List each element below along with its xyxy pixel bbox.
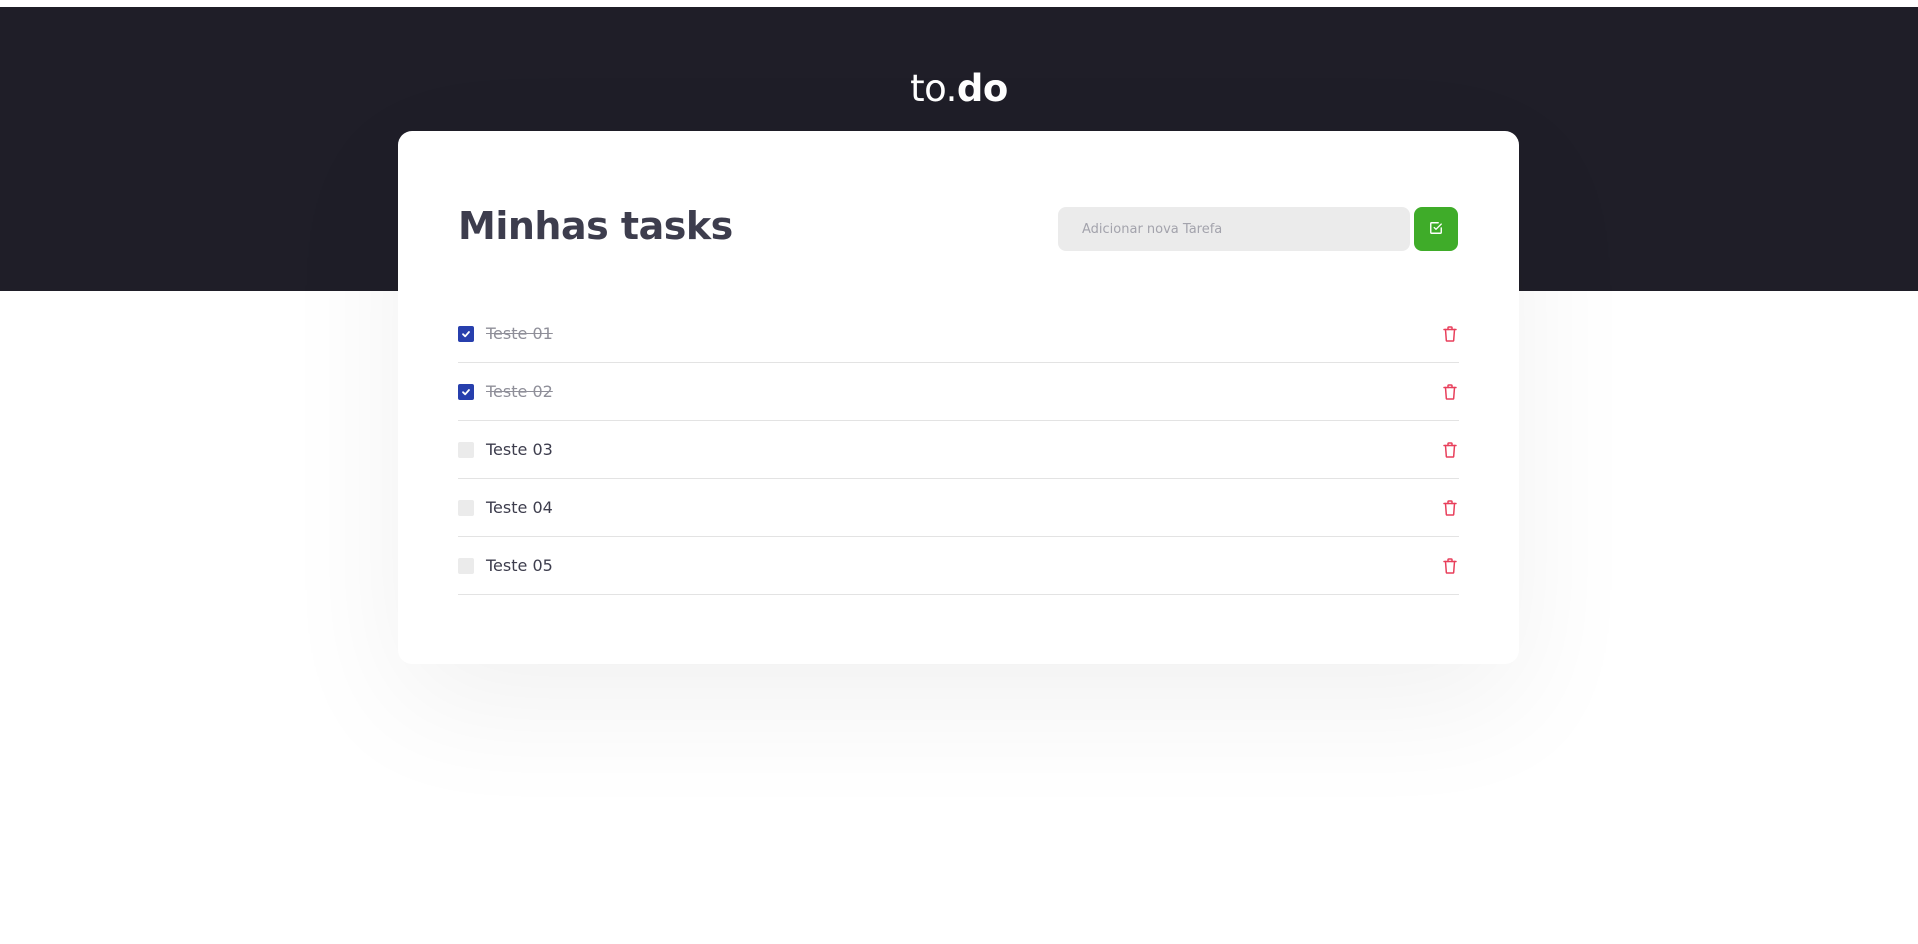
task-list: Teste 01 Teste 02 Teste 03 Teste 04 Teste 05 [458,305,1459,595]
task-label: Teste 04 [486,498,553,517]
task-label: Teste 01 [486,324,553,343]
task-row: Teste 05 [458,537,1459,595]
delete-task-button[interactable] [1441,499,1459,517]
new-task-input[interactable] [1058,207,1410,251]
add-task-button[interactable] [1414,207,1458,251]
check-square-icon [1429,221,1443,238]
task-checkbox[interactable] [458,557,474,574]
task-row: Teste 02 [458,363,1459,421]
logo-bold-text: do [956,67,1008,110]
task-checkbox[interactable] [458,499,474,516]
trash-icon [1443,557,1457,574]
delete-task-button[interactable] [1441,441,1459,459]
trash-icon [1443,441,1457,458]
task-checkbox[interactable] [458,383,474,400]
trash-icon [1443,383,1457,400]
delete-task-button[interactable] [1441,557,1459,575]
delete-task-button[interactable] [1441,325,1459,343]
task-label: Teste 03 [486,440,553,459]
tasks-card: Minhas tasks Teste 01Teste 02Teste 03Tes… [398,131,1519,664]
trash-icon [1443,325,1457,342]
logo-light-text: to. [910,67,957,110]
task-checkbox[interactable] [458,441,474,458]
top-strip [0,0,1918,7]
task-label: Teste 05 [486,556,553,575]
task-row: Teste 03 [458,421,1459,479]
task-checkbox[interactable] [458,325,474,342]
checkmark-icon [461,329,471,339]
trash-icon [1443,499,1457,516]
app-logo: to.do [0,67,1918,110]
page-title: Minhas tasks [458,204,733,248]
task-row: Teste 04 [458,479,1459,537]
checkmark-icon [461,387,471,397]
delete-task-button[interactable] [1441,383,1459,401]
task-label: Teste 02 [486,382,553,401]
task-row: Teste 01 [458,305,1459,363]
